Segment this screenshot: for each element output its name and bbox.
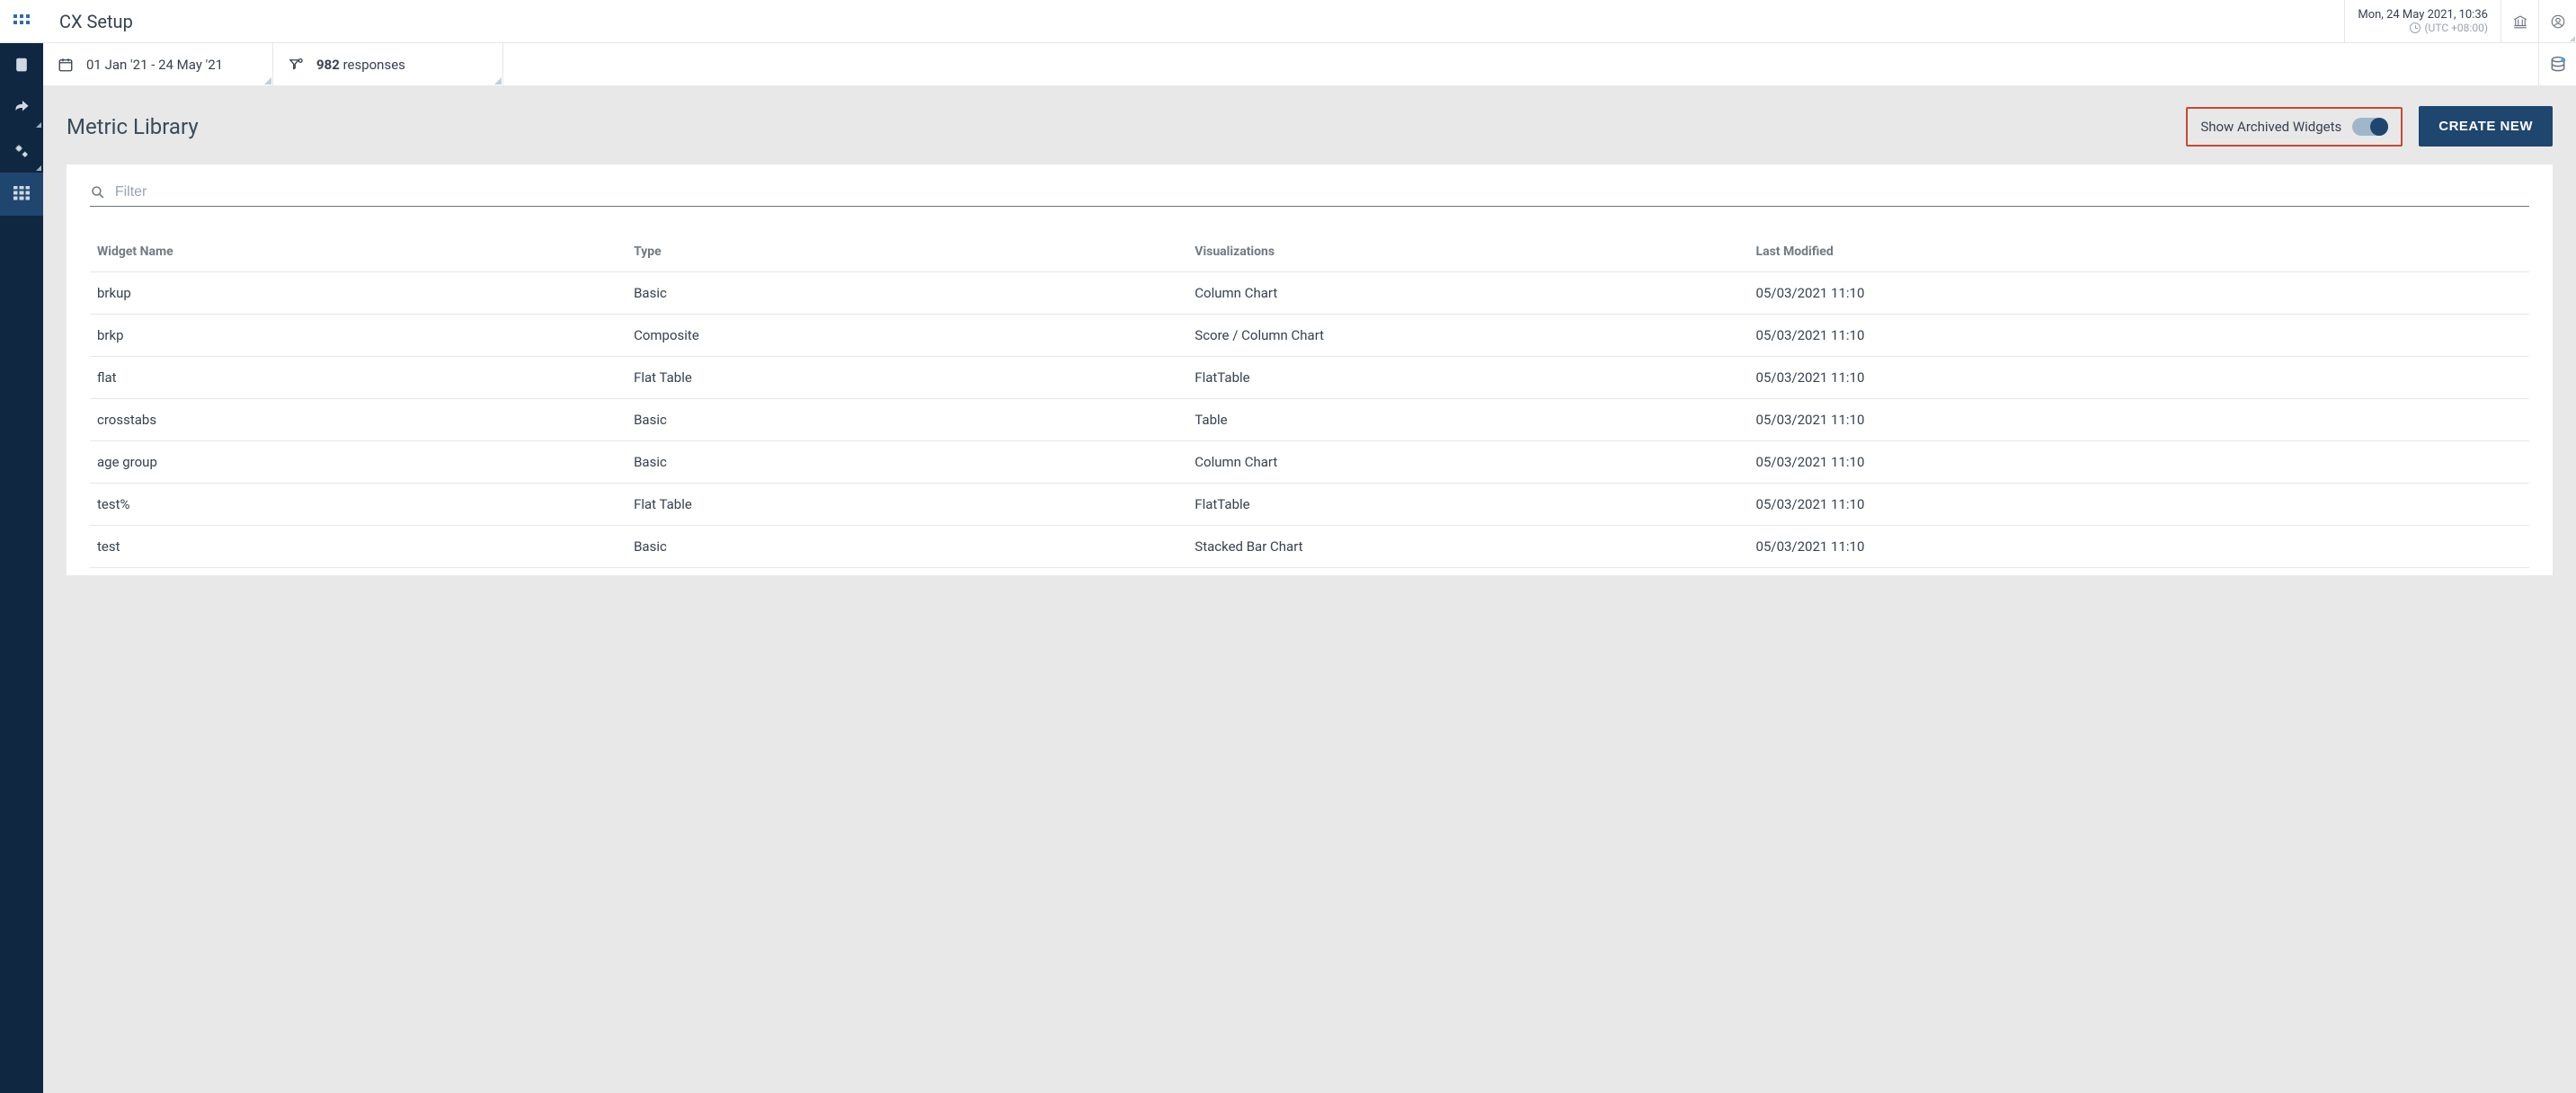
cell-type: Flat Table — [626, 484, 1187, 526]
search-icon — [90, 184, 106, 200]
cell-name: test% — [90, 484, 626, 526]
filter-bar: 01 Jan '21 - 24 May '21 982 responses — [43, 43, 2576, 86]
show-archived-toggle-wrap: Show Archived Widgets — [2186, 107, 2403, 147]
sidebar-item-share[interactable] — [0, 86, 43, 129]
org-button[interactable] — [2500, 0, 2538, 42]
responses-label: responses — [343, 57, 405, 73]
datetime-text: Mon, 24 May 2021, 10:36 — [2358, 8, 2488, 22]
cell-type: Basic — [626, 399, 1187, 441]
cell-name: brkup — [90, 272, 626, 315]
clock-icon — [2410, 22, 2421, 33]
cell-modified: 05/03/2021 11:10 — [1749, 399, 2529, 441]
share-arrow-icon — [13, 100, 30, 116]
table-row[interactable]: flatFlat TableFlatTable05/03/2021 11:10 — [90, 357, 2529, 399]
table-row[interactable]: brkupBasicColumn Chart05/03/2021 11:10 — [90, 272, 2529, 315]
calendar-icon — [58, 57, 74, 73]
table-row[interactable]: crosstabsBasicTable05/03/2021 11:10 — [90, 399, 2529, 441]
sidebar-item-settings[interactable] — [0, 129, 43, 173]
widgets-table: Widget Name Type Visualizations Last Mod… — [90, 232, 2529, 568]
main-area: CX Setup Mon, 24 May 2021, 10:36 (UTC +0… — [43, 0, 2576, 1093]
create-new-button[interactable]: CREATE NEW — [2419, 106, 2553, 147]
cell-viz: Column Chart — [1187, 272, 1748, 315]
header-bar: CX Setup Mon, 24 May 2021, 10:36 (UTC +0… — [43, 0, 2576, 43]
funnel-icon — [288, 57, 304, 73]
col-header-modified[interactable]: Last Modified — [1749, 232, 2529, 272]
cell-name: brkp — [90, 315, 626, 357]
cell-viz: Column Chart — [1187, 441, 1748, 484]
table-row[interactable]: brkpCompositeScore / Column Chart05/03/2… — [90, 315, 2529, 357]
cell-modified: 05/03/2021 11:10 — [1749, 272, 2529, 315]
table-row[interactable]: testBasicStacked Bar Chart05/03/2021 11:… — [90, 526, 2529, 568]
cell-viz: Stacked Bar Chart — [1187, 526, 1748, 568]
cell-viz: Score / Column Chart — [1187, 315, 1748, 357]
profile-button[interactable] — [2538, 0, 2576, 42]
user-circle-icon — [2550, 13, 2566, 30]
cell-type: Composite — [626, 315, 1187, 357]
date-range-text: 01 Jan '21 - 24 May '21 — [86, 57, 223, 73]
timezone-text: (UTC +08:00) — [2410, 22, 2488, 34]
cell-modified: 05/03/2021 11:10 — [1749, 484, 2529, 526]
clipboard-check-icon — [13, 57, 30, 73]
cell-type: Basic — [626, 441, 1187, 484]
page-title: CX Setup — [43, 0, 2344, 42]
cell-type: Flat Table — [626, 357, 1187, 399]
table-row[interactable]: test%Flat TableFlatTable05/03/2021 11:10 — [90, 484, 2529, 526]
bank-icon — [2512, 13, 2528, 30]
show-archived-toggle[interactable] — [2352, 118, 2388, 136]
cell-type: Basic — [626, 272, 1187, 315]
section-title: Metric Library — [67, 114, 2170, 139]
cell-modified: 05/03/2021 11:10 — [1749, 357, 2529, 399]
grid-icon — [13, 13, 30, 30]
cell-name: crosstabs — [90, 399, 626, 441]
cell-viz: FlatTable — [1187, 484, 1748, 526]
col-header-type[interactable]: Type — [626, 232, 1187, 272]
date-range-selector[interactable]: 01 Jan '21 - 24 May '21 — [43, 43, 273, 85]
cell-modified: 05/03/2021 11:10 — [1749, 441, 2529, 484]
table-filter-row — [90, 184, 2529, 207]
show-archived-label: Show Archived Widgets — [2200, 119, 2341, 135]
data-source-button[interactable] — [2538, 43, 2576, 85]
left-sidebar — [0, 0, 43, 1093]
datetime-block: Mon, 24 May 2021, 10:36 (UTC +08:00) — [2344, 0, 2500, 42]
cell-modified: 05/03/2021 11:10 — [1749, 315, 2529, 357]
cell-name: age group — [90, 441, 626, 484]
table-row[interactable]: age groupBasicColumn Chart05/03/2021 11:… — [90, 441, 2529, 484]
cell-type: Basic — [626, 526, 1187, 568]
cell-viz: FlatTable — [1187, 357, 1748, 399]
cell-modified: 05/03/2021 11:10 — [1749, 526, 2529, 568]
content-area: Metric Library Show Archived Widgets CRE… — [43, 86, 2576, 1093]
col-header-viz[interactable]: Visualizations — [1187, 232, 1748, 272]
widget-table-card: Widget Name Type Visualizations Last Mod… — [67, 164, 2553, 575]
cell-viz: Table — [1187, 399, 1748, 441]
cell-name: test — [90, 526, 626, 568]
app-switcher-button[interactable] — [0, 0, 43, 43]
sidebar-item-metrics[interactable] — [0, 173, 43, 216]
metrics-icon — [13, 186, 30, 202]
responses-selector[interactable]: 982 responses — [273, 43, 503, 85]
sidebar-item-survey[interactable] — [0, 43, 43, 86]
table-filter-input[interactable] — [115, 184, 2529, 200]
database-icon — [2549, 56, 2567, 74]
cell-name: flat — [90, 357, 626, 399]
col-header-name[interactable]: Widget Name — [90, 232, 626, 272]
gears-icon — [13, 143, 30, 159]
responses-count: 982 — [316, 57, 340, 73]
